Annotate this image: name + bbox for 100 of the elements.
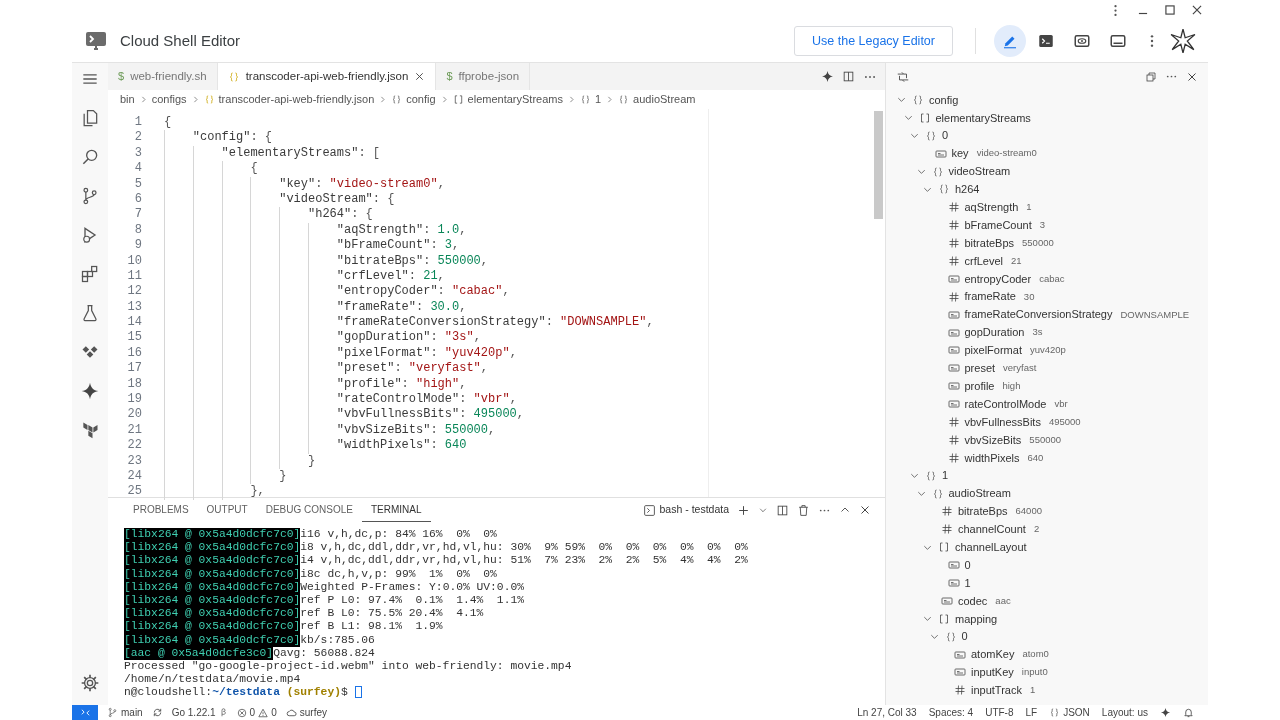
braces-icon	[931, 165, 944, 178]
maximize-icon[interactable]	[1163, 3, 1177, 17]
status-item[interactable]: LF	[1025, 705, 1038, 720]
tree-item[interactable]: 1	[942, 467, 949, 484]
settings-icon[interactable]	[80, 673, 100, 693]
sync-icon[interactable]	[151, 707, 163, 718]
file-tab[interactable]: $ ffprobe-json	[436, 63, 531, 90]
tree-item[interactable]: bitrateBps	[964, 234, 1015, 252]
trash-icon[interactable]	[797, 503, 810, 517]
close-icon[interactable]	[414, 71, 426, 82]
panel-tab[interactable]: PROBLEMS	[124, 498, 198, 522]
blocks-icon[interactable]	[80, 420, 100, 440]
tree-item[interactable]: profile	[964, 377, 995, 395]
pencil-button[interactable]	[994, 25, 1026, 57]
tree-item[interactable]: pixelFormat	[964, 342, 1022, 359]
line-number: 4	[133, 161, 142, 177]
extensions-icon[interactable]	[80, 264, 100, 284]
terminal-name[interactable]: bash - testdata	[659, 502, 729, 518]
chevron-icon	[605, 95, 615, 104]
status-item[interactable]: Spaces: 4	[928, 705, 974, 720]
breadcrumb-item[interactable]: transcoder-api-web-friendly.json	[218, 91, 375, 108]
error-count[interactable]: 0	[249, 705, 256, 720]
tree-item[interactable]: h264	[955, 181, 980, 198]
status-item[interactable]: UTF-8	[985, 705, 1014, 720]
status-item[interactable]: Ln 27, Col 33	[857, 705, 917, 720]
tree-item[interactable]: frameRate	[964, 288, 1016, 305]
status-item[interactable]: main	[121, 705, 143, 720]
cloud-icon[interactable]	[285, 707, 297, 718]
scrollbar-thumb[interactable]	[874, 111, 883, 219]
bell-icon[interactable]	[1183, 707, 1194, 718]
sparkle-icon[interactable]	[80, 381, 100, 401]
close-icon[interactable]	[1186, 70, 1198, 83]
restore-icon[interactable]	[1145, 70, 1157, 83]
panel-tab[interactable]: TERMINAL	[361, 498, 431, 522]
tree-item[interactable]: codec	[958, 592, 988, 610]
string-icon	[947, 362, 960, 375]
tree-item[interactable]: elementaryStreams	[935, 109, 1031, 127]
tree-item[interactable]: widthPixels	[964, 449, 1020, 466]
tree-item[interactable]: vbvSizeBits	[964, 431, 1022, 449]
flask-icon[interactable]	[80, 303, 100, 323]
branch-icon[interactable]	[107, 707, 118, 718]
tree-item[interactable]: crfLevel	[964, 252, 1004, 270]
tree-item[interactable]: audioStream	[948, 485, 1011, 502]
breadcrumb-item[interactable]: elementaryStreams	[467, 91, 563, 108]
tree-item[interactable]: inputTrack	[971, 682, 1022, 699]
split-terminal-icon[interactable]	[776, 503, 789, 517]
breadcrumb-item[interactable]: configs	[151, 91, 187, 108]
legacy-editor-button[interactable]: Use the Legacy Editor	[794, 26, 953, 56]
tree-item[interactable]: bFrameCount	[964, 216, 1032, 234]
error-icon[interactable]	[236, 707, 247, 718]
item-value: high	[1002, 379, 1021, 394]
file-tab[interactable]: transcoder-api-web-friendly.json	[217, 63, 437, 90]
breadcrumb-item[interactable]: audioStream	[633, 91, 696, 108]
close-icon[interactable]	[1190, 3, 1204, 17]
tree-item[interactable]: config	[929, 91, 959, 109]
warning-icon[interactable]	[258, 707, 269, 718]
tree-item[interactable]: entropyCoder	[964, 270, 1032, 288]
code-line: "vbvSizeBits": 550000,	[164, 422, 496, 439]
breadcrumb-item[interactable]: 1	[595, 91, 602, 108]
panel-tab[interactable]: DEBUG CONSOLE	[256, 498, 362, 522]
tree-item[interactable]: aqStrength	[964, 199, 1019, 216]
panel-tab[interactable]: OUTPUT	[197, 498, 257, 522]
tree-item[interactable]: 1	[964, 574, 971, 592]
outline-icon[interactable]	[896, 69, 910, 84]
breadcrumb-item[interactable]: config	[406, 91, 436, 108]
close-icon[interactable]	[859, 504, 871, 516]
tree-item[interactable]: channelCount	[958, 521, 1026, 538]
warning-count[interactable]: 0	[271, 705, 277, 720]
status-item[interactable]: JSON	[1063, 705, 1090, 720]
tree-item[interactable]: 0	[964, 556, 971, 574]
tree-item[interactable]: inputKey	[971, 664, 1014, 681]
status-item[interactable]: Layout: us	[1101, 705, 1148, 720]
item-value: video-stream0	[976, 146, 1037, 161]
source-control-icon[interactable]	[80, 186, 100, 206]
tree-item[interactable]: atomKey	[971, 646, 1015, 663]
brackets-icon	[918, 111, 931, 124]
tree-item[interactable]: gopDuration	[964, 324, 1025, 341]
tree-item[interactable]: vbvFullnessBits	[964, 413, 1041, 431]
tree-item[interactable]: preset	[964, 360, 996, 377]
status-item[interactable]: surfey	[299, 705, 327, 720]
tree-item[interactable]: 0	[961, 628, 968, 645]
tree-item[interactable]: channelLayout	[955, 538, 1027, 556]
code-line: {	[164, 115, 172, 131]
log-prefix: [libx264 @ 0x5a4d0dcfc7c0]	[124, 554, 301, 568]
tree-item[interactable]: frameRateConversionStrategy	[964, 306, 1113, 323]
file-tab[interactable]: $ web-friendly.sh	[108, 63, 218, 90]
breadcrumb-item[interactable]: bin	[120, 91, 135, 108]
sparkle-icon[interactable]	[821, 70, 834, 83]
tree-item[interactable]: mapping	[955, 610, 998, 627]
status-item[interactable]: Go 1.22.1	[171, 705, 216, 720]
tree-item[interactable]: key	[951, 145, 969, 162]
tree-item[interactable]: rateControlMode	[964, 395, 1047, 413]
plus-icon[interactable]	[737, 503, 750, 517]
search-icon[interactable]	[80, 147, 100, 167]
braces-icon[interactable]	[1049, 707, 1061, 718]
split-editor-icon[interactable]	[842, 70, 855, 83]
sparkle-icon[interactable]	[1160, 707, 1171, 718]
tree-item[interactable]: bitrateBps	[958, 503, 1008, 520]
tree-item[interactable]: 0	[942, 127, 949, 144]
tree-item[interactable]: videoStream	[948, 163, 1011, 180]
